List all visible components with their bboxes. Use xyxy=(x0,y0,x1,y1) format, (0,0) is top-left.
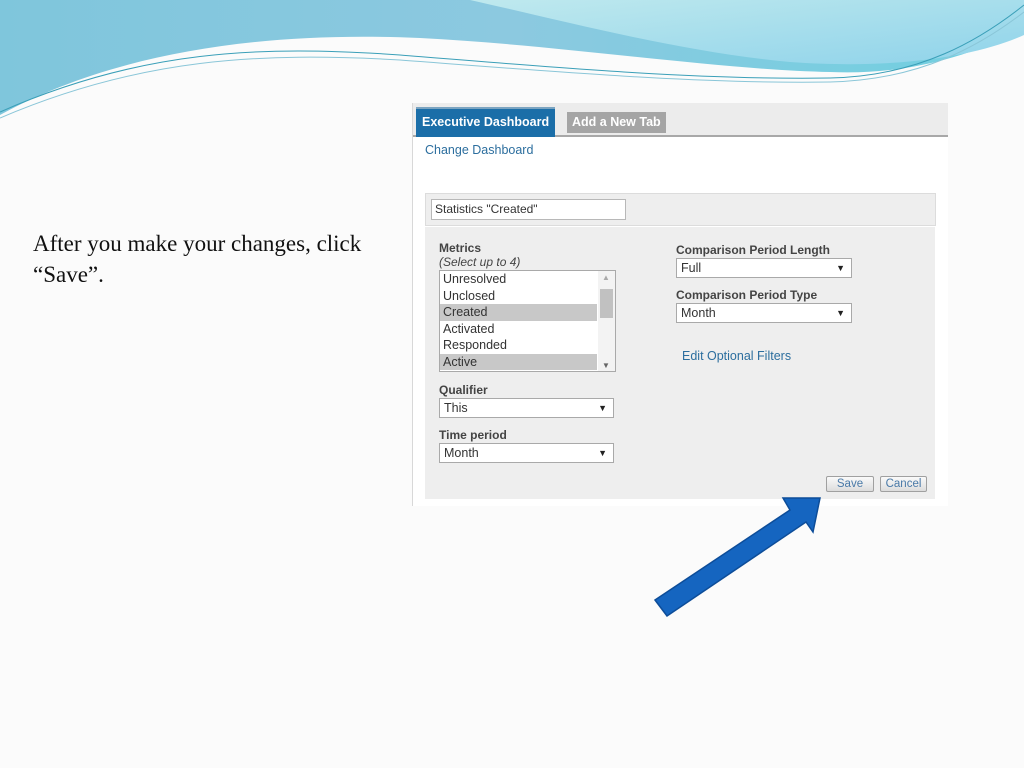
metrics-hint: (Select up to 4) xyxy=(439,255,521,269)
scrollbar-thumb[interactable] xyxy=(600,289,613,318)
qualifier-value: This xyxy=(444,401,468,415)
chevron-down-icon: ▼ xyxy=(836,308,845,318)
chevron-down-icon: ▼ xyxy=(598,448,607,458)
metrics-option-unclosed[interactable]: Unclosed xyxy=(440,288,597,305)
metrics-label: Metrics xyxy=(439,241,482,255)
dashboard-settings-panel: Executive Dashboard Add a New Tab Change… xyxy=(412,103,948,506)
chevron-down-icon: ▼ xyxy=(836,263,845,273)
qualifier-label: Qualifier xyxy=(439,383,488,397)
pointer-arrow-icon xyxy=(653,497,821,618)
metrics-option-active[interactable]: Active xyxy=(440,353,597,370)
tab-executive-dashboard[interactable]: Executive Dashboard xyxy=(416,107,556,137)
comparison-period-type-value: Month xyxy=(681,306,716,320)
metrics-option-unresolved[interactable]: Unresolved xyxy=(440,271,597,288)
dashboard-name-input[interactable] xyxy=(431,199,626,220)
comparison-period-length-label: Comparison Period Length xyxy=(676,243,831,257)
tab-bar: Executive Dashboard Add a New Tab xyxy=(413,103,948,137)
comparison-period-length-select[interactable]: Full ▼ xyxy=(676,258,852,278)
chevron-down-icon: ▼ xyxy=(598,403,607,413)
time-period-value: Month xyxy=(444,446,479,460)
dashboard-name-bar xyxy=(425,193,936,226)
dashboard-settings-form: Metrics (Select up to 4) Unresolved Uncl… xyxy=(425,227,935,499)
edit-optional-filters-link[interactable]: Edit Optional Filters xyxy=(682,349,791,363)
tab-add-new-tab[interactable]: Add a New Tab xyxy=(567,112,666,133)
triangle-up-icon[interactable]: ▲ xyxy=(602,273,610,282)
cancel-button[interactable]: Cancel xyxy=(880,476,927,492)
metrics-listbox[interactable]: Unresolved Unclosed Created Activated Re… xyxy=(439,270,616,372)
metrics-option-activated[interactable]: Activated xyxy=(440,321,597,338)
instruction-text: After you make your changes, click “Save… xyxy=(33,231,362,287)
change-dashboard-link[interactable]: Change Dashboard xyxy=(425,143,533,157)
triangle-down-icon[interactable]: ▼ xyxy=(602,361,610,370)
metrics-scrollbar[interactable]: ▲ ▼ xyxy=(598,271,615,371)
comparison-period-length-value: Full xyxy=(681,261,702,275)
metrics-option-responded[interactable]: Responded xyxy=(440,337,597,354)
time-period-label: Time period xyxy=(439,428,507,442)
metrics-option-created[interactable]: Created xyxy=(440,304,597,321)
time-period-select[interactable]: Month ▼ xyxy=(439,443,614,463)
qualifier-select[interactable]: This ▼ xyxy=(439,398,614,418)
comparison-period-type-label: Comparison Period Type xyxy=(676,288,818,302)
comparison-period-type-select[interactable]: Month ▼ xyxy=(676,303,852,323)
arrow-shape xyxy=(653,497,821,618)
